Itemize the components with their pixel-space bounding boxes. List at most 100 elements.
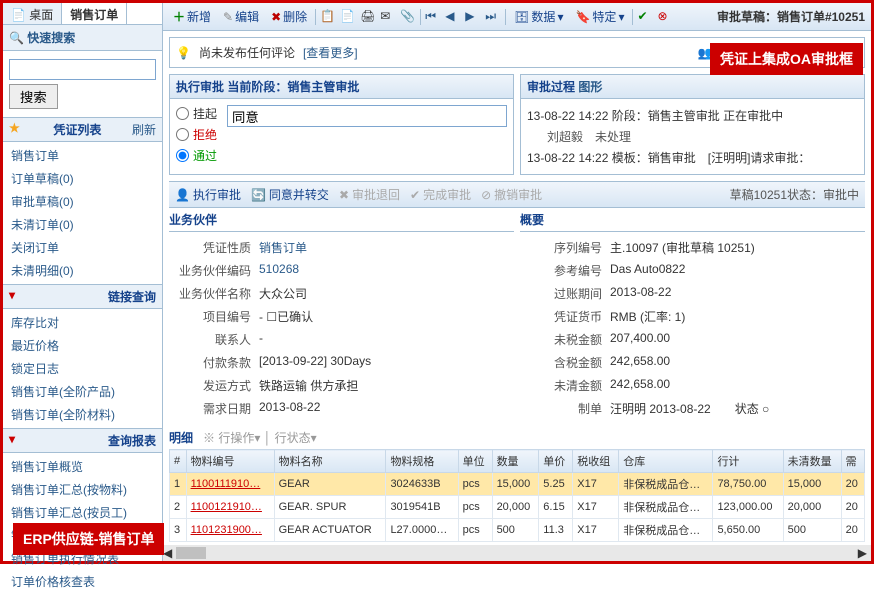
quick-search-header: 🔍 快速搜索 [3,25,162,51]
delete-button[interactable]: 删除 [267,6,311,27]
approval-comment-input[interactable] [227,105,507,127]
column-header[interactable]: 未清数量 [783,450,841,473]
form-label: 付款条款 [169,354,259,371]
sidebar-item[interactable]: 库存比对 [3,311,162,334]
annotation-erp: ERP供应链-销售订单 [13,523,164,555]
search-input[interactable] [9,59,156,80]
column-header[interactable]: 数量 [492,450,539,473]
column-header[interactable]: 物料编号 [186,450,274,473]
form-value: Das Auto0822 [610,262,865,279]
form-label: 含税金额 [520,354,610,371]
table-cell: 15,000 [492,473,539,496]
export-icon[interactable]: 📄 [340,9,356,25]
edit-button[interactable]: 编辑 [219,6,263,27]
column-header[interactable]: 行计 [713,450,783,473]
table-cell: 3 [170,519,187,542]
sidebar-item[interactable]: 锁定日志 [3,357,162,380]
table-row[interactable]: 21100121910…GEAR. SPUR3019541Bpcs20,0006… [170,496,865,519]
search-button[interactable]: 搜索 [9,84,58,109]
column-header[interactable]: 单价 [539,450,573,473]
sidebar-item[interactable]: 销售订单(全阶材料) [3,403,162,426]
column-header[interactable]: 税收组 [573,450,619,473]
sidebar-item[interactable]: 最近价格 [3,334,162,357]
form-value: 2013-08-22 [610,285,865,302]
form-value[interactable]: 510268 [259,262,514,279]
confirmed-checkbox[interactable]: ☐已确认 [263,310,313,324]
x-icon[interactable]: ⊗ [657,9,673,25]
sidebar-item[interactable]: 销售订单汇总(按物料) [3,478,162,501]
form-label: 未税金额 [520,331,610,348]
link-query-header[interactable]: 链接查询 [3,284,162,309]
tab-sales-order[interactable]: 销售订单 [62,3,127,24]
table-row[interactable]: 11100111910…GEAR3024633Bpcs15,0005.25X17… [170,473,865,496]
tab-desktop[interactable]: 📄 桌面 [3,3,62,24]
table-cell: 5,650.00 [713,519,783,542]
sidebar-item[interactable]: 销售订单概览 [3,455,162,478]
sidebar-item[interactable]: 订单价格核查表 [3,570,162,593]
agree-forward-btn[interactable]: 🔄 同意并转交 [251,186,329,203]
form-value: 207,400.00 [610,331,865,348]
view-more-link[interactable]: [查看更多] [303,44,358,61]
table-row[interactable]: 31101231900…GEAR ACTUATORL27.0000…pcs500… [170,519,865,542]
sidebar-item[interactable]: 销售订单汇总(按员工) [3,501,162,524]
mail-icon[interactable]: ✉ [380,9,396,25]
return-btn[interactable]: ✖ 审批退回 [339,186,400,203]
table-cell: 6.15 [539,496,573,519]
first-icon[interactable]: ⏮ [425,9,441,25]
form-label: 发运方式 [169,377,259,394]
sidebar-item[interactable]: 未清明细(0) [3,259,162,282]
new-button[interactable]: 新增 [169,6,215,27]
toolbar: 新增 编辑 删除 📋 📄 🖨 ✉ 📎 ⏮ ◀ ▶ ⏭ 🗄 数据▾ 🔖 特定▾ ✔… [163,3,871,31]
overview-header: 概要 [520,208,865,232]
sidebar-item[interactable]: 关闭订单 [3,236,162,259]
print-icon[interactable]: 🖨 [360,9,376,25]
column-header[interactable]: 仓库 [619,450,713,473]
horizontal-scrollbar[interactable]: ◀▶ [163,545,871,561]
attach-icon[interactable]: 📎 [400,9,416,25]
graph-link[interactable]: 图形 [578,80,602,94]
next-icon[interactable]: ▶ [465,9,481,25]
radio-pass[interactable]: 通过 [176,147,217,164]
voucher-list-header[interactable]: 凭证列表 刷新 [3,117,162,142]
form-value: 大众公司 [259,285,514,302]
radio-suspend[interactable]: 挂起 [176,105,217,122]
form-label: 项目编号 [169,308,259,325]
column-header[interactable]: # [170,450,187,473]
prev-icon[interactable]: ◀ [445,9,461,25]
column-header[interactable]: 需 [841,450,864,473]
table-cell: 非保税成品仓… [619,519,713,542]
exec-approval-panel: 执行审批 当前阶段：销售主管审批 挂起 拒绝 通过 [169,74,514,175]
report-header[interactable]: 查询报表 [3,428,162,453]
table-cell: pcs [458,496,492,519]
data-dropdown[interactable]: 🗄 数据▾ [510,6,567,27]
last-icon[interactable]: ⏭ [485,9,501,25]
sidebar-item[interactable]: 未清订单(0) [3,213,162,236]
sidebar-item[interactable]: 销售订单(全阶产品) [3,380,162,403]
table-cell: 3024633B [386,473,458,496]
spec-dropdown[interactable]: 🔖 特定▾ [571,6,628,27]
approval-log-panel: 审批过程 图形 13-08-22 14:22 阶段：销售主管审批 正在审批中 刘… [520,74,865,175]
form-value: 242,658.00 [610,377,865,394]
check-icon[interactable]: ✔ [637,9,653,25]
sidebar-item[interactable]: 审批草稿(0) [3,190,162,213]
no-comment-text: 尚未发布任何评论 [199,44,295,61]
complete-btn[interactable]: ✔ 完成审批 [410,186,471,203]
revoke-btn[interactable]: ⊘ 撤销审批 [481,186,542,203]
form-value: - ☐已确认 [259,308,514,325]
table-cell: X17 [573,519,619,542]
refresh-link[interactable]: 刷新 [132,121,156,138]
exec-approval-btn[interactable]: 👤 执行审批 [175,186,241,203]
copy-icon[interactable]: 📋 [320,9,336,25]
radio-reject[interactable]: 拒绝 [176,126,217,143]
sidebar-item[interactable]: 订单草稿(0) [3,167,162,190]
detail-header: 明细 ※ 行操作▾ │ 行状态▾ [169,426,865,449]
column-header[interactable]: 物料名称 [274,450,386,473]
table-cell: 11.3 [539,519,573,542]
form-value[interactable]: 销售订单 [259,239,514,256]
sidebar-item[interactable]: 销售订单 [3,144,162,167]
table-cell: 20 [841,519,864,542]
log-line-detail: 刘超毅 未处理 [527,126,858,147]
column-header[interactable]: 物料规格 [386,450,458,473]
column-header[interactable]: 单位 [458,450,492,473]
form-value: - [259,331,514,348]
